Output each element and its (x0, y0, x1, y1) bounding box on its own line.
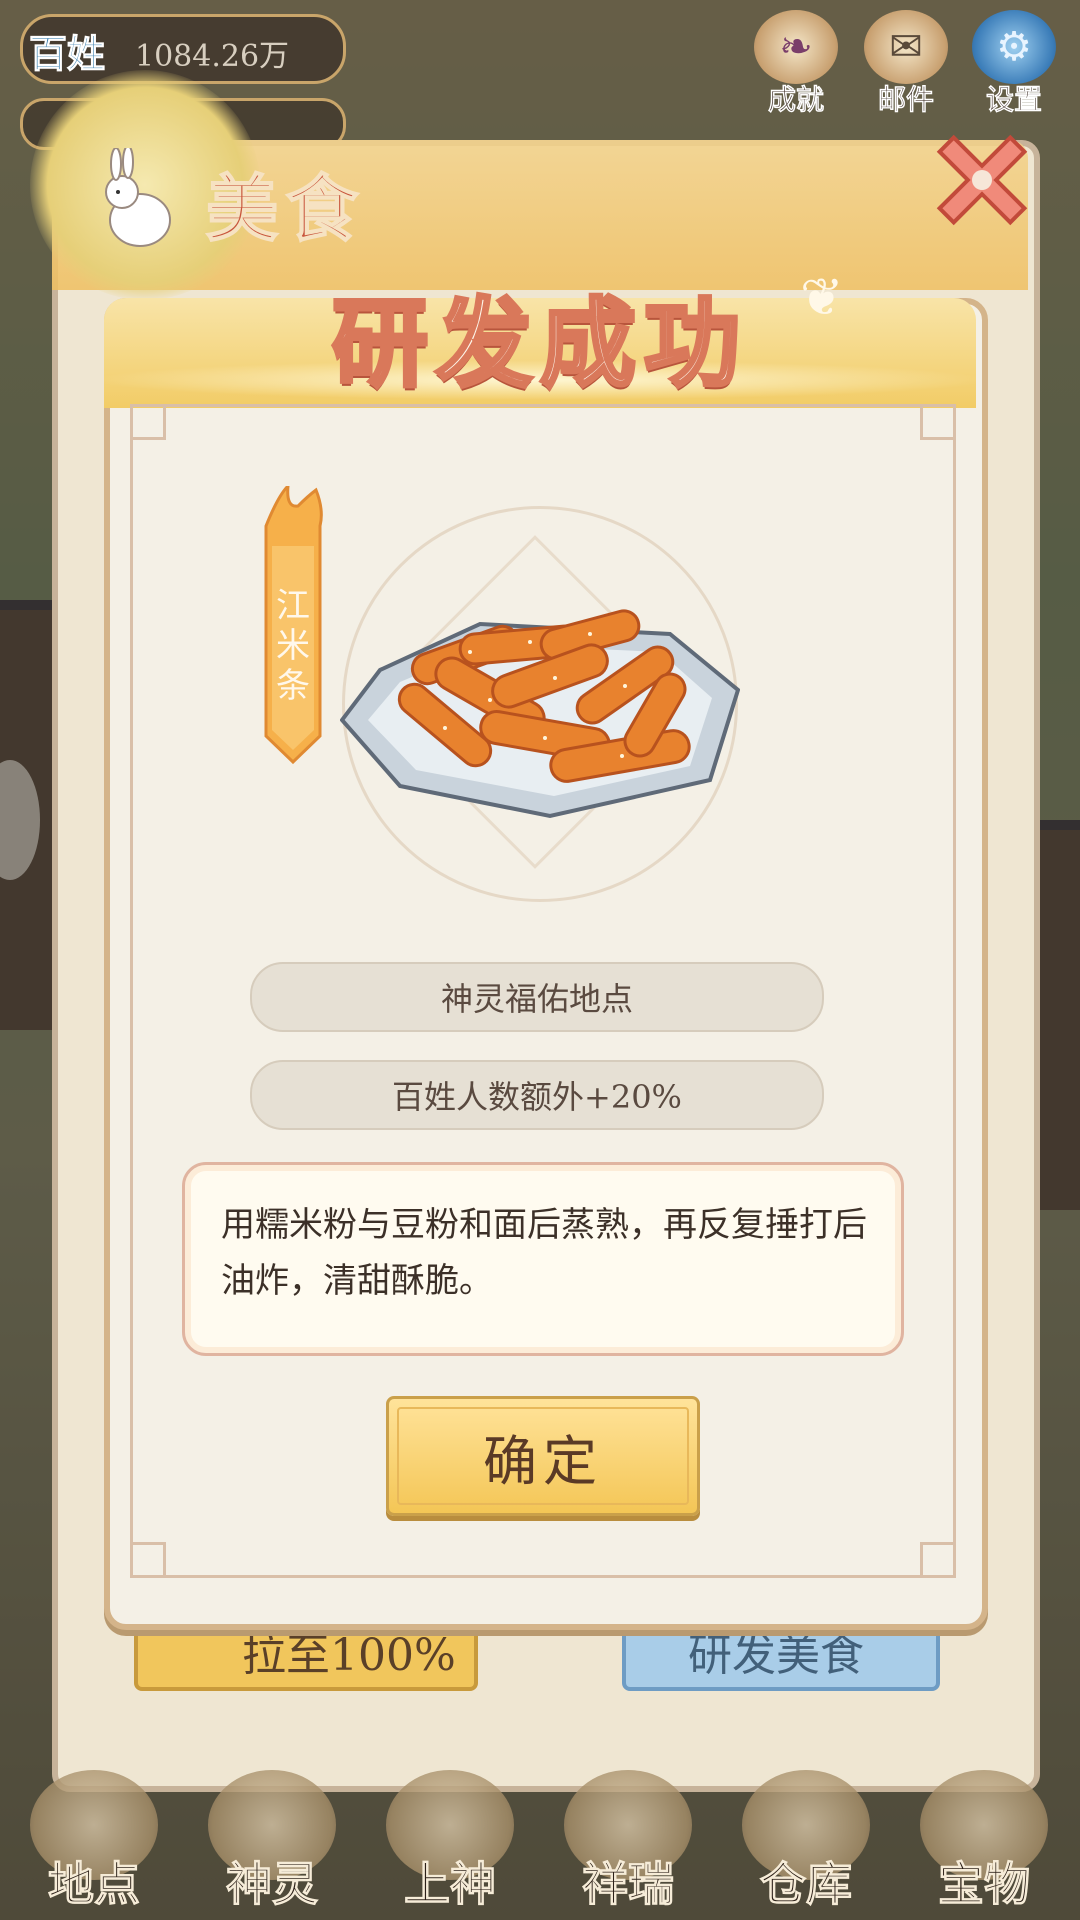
population-badge: 百姓 (28, 31, 106, 77)
confirm-button[interactable]: 确定 (386, 1396, 700, 1516)
frame-corner (920, 404, 956, 440)
mail-icon: ✉ (864, 10, 948, 84)
dish-name: 江米条 (276, 586, 310, 706)
close-button[interactable] (922, 120, 1042, 240)
nav-label: 地点 (48, 1857, 141, 1912)
gear-icon: ⚙ (972, 10, 1056, 84)
frame-corner (130, 1542, 166, 1578)
dish-description-box: 用糯米粉与豆粉和面后蒸熟，再反复捶打后油炸，清甜酥脆。 (182, 1162, 904, 1356)
settings-label: 设置 (985, 83, 1043, 117)
dish-description: 用糯米粉与豆粉和面后蒸熟，再反复捶打后油炸，清甜酥脆。 (221, 1205, 867, 1301)
nav-label: 上神 (404, 1857, 497, 1912)
nav-label: 神灵 (226, 1857, 319, 1912)
frame-corner (130, 404, 166, 440)
nav-locations[interactable]: 地点 (14, 1770, 174, 1920)
population-counter: 百姓 1084.26万 (20, 14, 346, 84)
dish-image (340, 609, 740, 819)
mail-button[interactable]: ✉ 邮件 (858, 10, 954, 120)
mail-label: 邮件 (877, 83, 935, 117)
effect-target-pill: 神灵福佑地点 (250, 962, 824, 1032)
butterfly-icon: ❦ (800, 268, 844, 328)
nav-label: 仓库 (760, 1857, 853, 1912)
bottom-nav: 地点 神灵 上神 祥瑞 仓库 宝物 (0, 1770, 1080, 1920)
dialog-title: 研发成功 (330, 285, 748, 402)
achievements-label: 成就 (767, 83, 825, 117)
rabbit-icon (105, 148, 171, 247)
nav-treasures[interactable]: 宝物 (904, 1770, 1064, 1920)
nav-high-deities[interactable]: 上神 (370, 1770, 530, 1920)
nav-warehouse[interactable]: 仓库 (726, 1770, 886, 1920)
nav-label: 祥瑞 (582, 1857, 675, 1912)
food-panel-title: 美食 (205, 165, 367, 252)
effect-bonus-pill: 百姓人数额外+20% (250, 1060, 824, 1130)
frame-corner (920, 1542, 956, 1578)
nav-deities[interactable]: 神灵 (192, 1770, 352, 1920)
nav-auspicious[interactable]: 祥瑞 (548, 1770, 708, 1920)
achievements-button[interactable]: ❧ 成就 (748, 10, 844, 120)
population-value: 1084.26万 (135, 39, 290, 74)
scroll-icon: ❧ (754, 10, 838, 84)
nav-label: 宝物 (938, 1857, 1031, 1912)
settings-button[interactable]: ⚙ 设置 (966, 10, 1062, 120)
confirm-button-label: 确定 (483, 1430, 603, 1493)
